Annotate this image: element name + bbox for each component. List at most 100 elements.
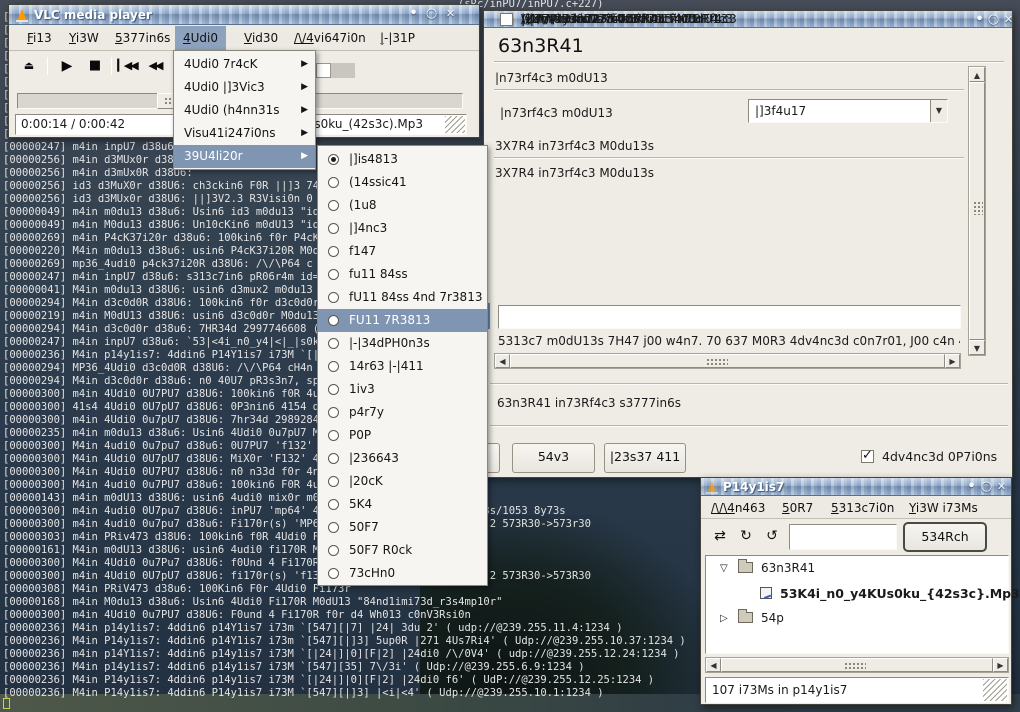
radio-icon[interactable]: [328, 292, 339, 303]
chevron-down-icon[interactable]: ▼: [930, 100, 947, 122]
scroll-down-icon[interactable]: ▼: [969, 340, 985, 355]
equalizer-preset-item[interactable]: fu11 84ss: [318, 263, 487, 286]
scroll-left-icon[interactable]: ◀: [495, 354, 510, 368]
equalizer-preset-item[interactable]: (1u8: [318, 194, 487, 217]
previous-button[interactable]: ▎◀◀: [115, 55, 139, 77]
horizontal-scrollbar[interactable]: ◀ ▶: [705, 657, 1009, 673]
radio-icon[interactable]: [328, 453, 339, 464]
shade-button[interactable]: [972, 12, 987, 27]
equalizer-preset-item[interactable]: fU11 84ss 4nd 7r3813: [318, 286, 487, 309]
menubar-item[interactable]: Yi3W: [61, 26, 107, 51]
menubar-item[interactable]: 5313c7i0n: [823, 497, 902, 519]
tree-expander-icon[interactable]: [720, 606, 728, 631]
resize-grip-icon[interactable]: [983, 679, 1007, 701]
radio-icon[interactable]: [328, 522, 339, 533]
equalizer-preset-item[interactable]: f147: [318, 240, 487, 263]
radio-icon[interactable]: [328, 407, 339, 418]
equalizer-preset-item[interactable]: |]4nc3: [318, 217, 487, 240]
shade-button[interactable]: [964, 479, 979, 494]
radio-icon[interactable]: [328, 246, 339, 257]
repeat-icon[interactable]: ↺: [761, 524, 783, 548]
equalizer-preset-item[interactable]: (14ssic41: [318, 171, 487, 194]
radio-icon[interactable]: [328, 154, 339, 165]
radio-icon[interactable]: [328, 430, 339, 441]
stop-button[interactable]: ■: [83, 55, 107, 77]
scroll-left-icon[interactable]: ◀: [706, 658, 721, 672]
save-button[interactable]: 54v3: [512, 443, 595, 473]
equalizer-preset-item[interactable]: |]is4813: [318, 148, 487, 171]
equalizer-preset-item[interactable]: P0P: [318, 424, 487, 447]
scroll-up-icon[interactable]: ▲: [969, 67, 985, 82]
volume-slider[interactable]: [316, 63, 331, 78]
scroll-right-icon[interactable]: ▶: [993, 658, 1008, 672]
scrollbar-thumb[interactable]: [969, 82, 985, 340]
vlc-titlebar[interactable]: VLC media player: [9, 5, 479, 25]
radio-icon[interactable]: [328, 361, 339, 372]
maximize-button[interactable]: [424, 6, 439, 21]
equalizer-preset-item[interactable]: |-|34dPH0n3s: [318, 332, 487, 355]
playlist-tree-row[interactable]: 53K4i_n0_y4KUs0ku_{42s3c}.Mp3: [706, 581, 1008, 606]
scroll-right-icon[interactable]: ▶: [945, 354, 960, 368]
maximize-button[interactable]: [979, 479, 994, 494]
maximize-button[interactable]: [986, 12, 1001, 27]
radio-icon[interactable]: [328, 200, 339, 211]
reset-all-button[interactable]: |23s37 411: [604, 443, 686, 473]
radio-icon[interactable]: [328, 499, 339, 510]
scrollbar-thumb[interactable]: [721, 658, 993, 672]
close-button[interactable]: [994, 479, 1009, 494]
equalizer-preset-item[interactable]: 73cHn0: [318, 562, 487, 585]
resize-grip-icon[interactable]: [445, 116, 465, 133]
menubar-item[interactable]: 50R7: [774, 497, 821, 519]
shade-button[interactable]: [406, 6, 421, 21]
radio-icon[interactable]: [328, 568, 339, 579]
menubar-item[interactable]: Fi13: [19, 26, 60, 51]
interface-module-select[interactable]: |]3f4u17 ▼: [748, 99, 948, 123]
close-button[interactable]: [443, 6, 458, 21]
menubar-item[interactable]: /\/\4n463: [703, 497, 773, 519]
menubar-item[interactable]: |-|31P: [372, 26, 423, 51]
equalizer-preset-item[interactable]: 5K4: [318, 493, 487, 516]
play-button[interactable]: ▶: [55, 55, 79, 77]
menubar-item[interactable]: 4Udi0: [175, 26, 226, 51]
search-input[interactable]: [789, 524, 897, 550]
search-button[interactable]: 534Rch: [903, 522, 987, 552]
equalizer-preset-item[interactable]: FU11 7R3813: [318, 309, 487, 332]
menubar-item[interactable]: 5377in6s: [107, 26, 178, 51]
scrollbar-thumb[interactable]: [510, 354, 945, 368]
radio-icon[interactable]: [328, 269, 339, 280]
equalizer-preset-item[interactable]: |20cK: [318, 470, 487, 493]
eject-button[interactable]: ⏏: [17, 55, 41, 77]
radio-icon[interactable]: [328, 384, 339, 395]
close-button[interactable]: [1001, 12, 1012, 27]
radio-icon[interactable]: [328, 476, 339, 487]
equalizer-preset-item[interactable]: |236643: [318, 447, 487, 470]
playlist-titlebar[interactable]: P14y1is7: [701, 478, 1011, 496]
menu-item[interactable]: 4Udi0 (h4nn31s: [174, 99, 315, 122]
tree-item-label[interactable]: 54p: [761, 606, 784, 631]
menubar-item[interactable]: /\/4vi647i0n: [286, 26, 374, 51]
radio-icon[interactable]: [328, 315, 339, 326]
module-text-input[interactable]: [498, 305, 961, 329]
checkbox[interactable]: [500, 13, 513, 26]
playlist-tree-row[interactable]: 54p: [706, 606, 1008, 631]
menu-item[interactable]: 39U4li20r: [174, 145, 315, 168]
equalizer-preset-item[interactable]: p4r7y: [318, 401, 487, 424]
volume-slider-track[interactable]: [331, 63, 355, 78]
horizontal-scrollbar[interactable]: ◀ ▶: [494, 353, 961, 369]
loop-icon[interactable]: ↻: [735, 524, 757, 548]
menu-item[interactable]: 4Udi0 7r4cK: [174, 53, 315, 76]
radio-icon[interactable]: [328, 177, 339, 188]
tree-item-label[interactable]: 63n3R41: [761, 556, 815, 581]
tree-expander-icon[interactable]: [720, 556, 728, 581]
tree-item-label[interactable]: 53K4i_n0_y4KUs0ku_{42s3c}.Mp3: [780, 581, 1020, 606]
radio-icon[interactable]: [328, 545, 339, 556]
equalizer-preset-item[interactable]: 1iv3: [318, 378, 487, 401]
equalizer-preset-item[interactable]: 14r63 |-|411: [318, 355, 487, 378]
advanced-options-checkbox[interactable]: [861, 450, 874, 463]
equalizer-preset-item[interactable]: 50F7 R0ck: [318, 539, 487, 562]
vertical-scrollbar[interactable]: ▲ ▼: [968, 66, 986, 356]
menu-item[interactable]: 4Udi0 |]3Vic3: [174, 76, 315, 99]
radio-icon[interactable]: [328, 223, 339, 234]
equalizer-preset-item[interactable]: 50F7: [318, 516, 487, 539]
playlist-tree-row[interactable]: 63n3R41: [706, 556, 1008, 581]
